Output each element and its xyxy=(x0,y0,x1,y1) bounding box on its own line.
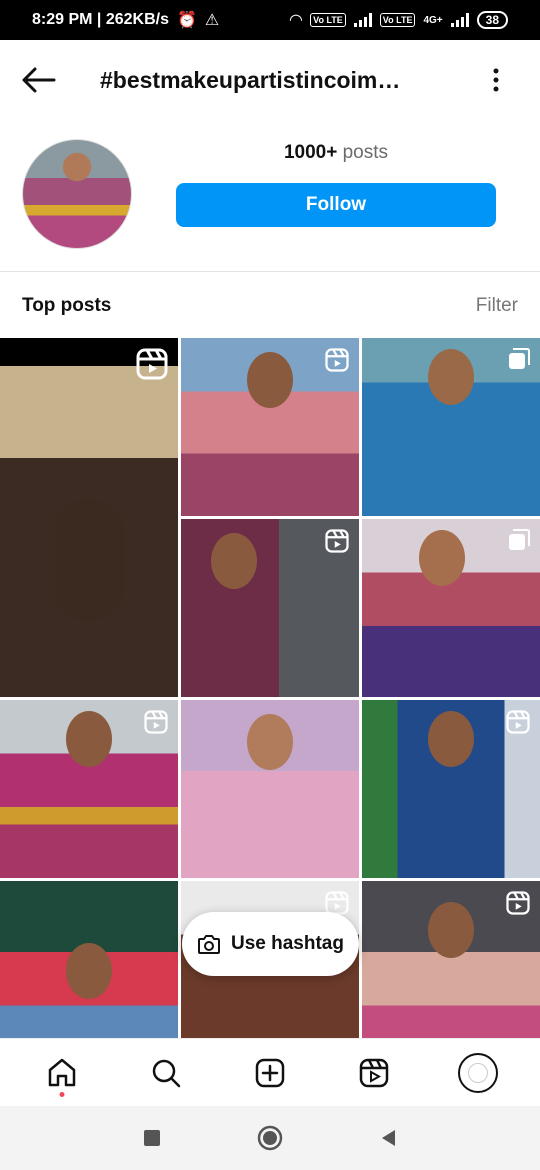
arrow-left-icon xyxy=(22,67,56,93)
use-hashtag-label: Use hashtag xyxy=(231,933,344,954)
network-type: 4G+ xyxy=(423,14,443,26)
posts-count-value: 1000+ xyxy=(283,142,338,163)
post-image xyxy=(428,710,474,767)
profile-avatar xyxy=(458,1052,498,1093)
filter-button[interactable]: Filter xyxy=(476,295,518,317)
reel-icon xyxy=(144,710,168,734)
post-tile[interactable] xyxy=(362,338,540,516)
post-image xyxy=(419,529,466,586)
signal-icon-1 xyxy=(353,13,372,27)
post-image xyxy=(66,943,112,1000)
post-tile[interactable] xyxy=(181,700,359,878)
post-image xyxy=(211,533,258,590)
post-tile[interactable] xyxy=(181,519,359,697)
battery-indicator: 38 xyxy=(476,11,508,29)
follow-button[interactable]: Follow xyxy=(176,183,496,227)
signal-icon-2 xyxy=(450,13,469,27)
post-image xyxy=(428,348,474,405)
circle-icon xyxy=(257,1125,283,1151)
section-title: Top posts xyxy=(22,295,112,316)
posts-count-label: posts xyxy=(342,142,389,163)
status-bar: 8:29 PM | 262KB/s ⏰ ⚠ ◠ Vo LTE Vo LTE 4G… xyxy=(0,0,540,40)
hashtag-avatar[interactable] xyxy=(22,139,132,249)
post-tile[interactable] xyxy=(0,881,178,1038)
create-icon xyxy=(255,1058,285,1087)
back-button[interactable] xyxy=(0,40,78,120)
more-options-button[interactable] xyxy=(476,40,516,120)
profile-avatar-image xyxy=(468,1062,488,1083)
post-image xyxy=(428,902,474,959)
nav-create[interactable] xyxy=(240,1043,300,1103)
use-hashtag-button[interactable]: Use hashtag xyxy=(182,912,359,976)
home-icon xyxy=(48,1058,76,1086)
reel-icon xyxy=(136,348,168,380)
top-app-bar: #bestmakeupartistincoim… xyxy=(0,40,540,120)
camera-icon xyxy=(198,935,220,954)
recents-button[interactable] xyxy=(137,1123,167,1153)
post-tile[interactable] xyxy=(362,700,540,878)
post-tile[interactable] xyxy=(181,338,359,516)
nav-profile[interactable] xyxy=(448,1043,508,1103)
triangle-back-icon xyxy=(382,1130,395,1146)
bottom-navigation xyxy=(0,1038,540,1106)
more-vertical-icon xyxy=(493,68,499,92)
carousel-icon xyxy=(509,348,530,369)
lte-badge-2: Vo LTE xyxy=(379,13,416,27)
warning-icon: ⚠ xyxy=(204,12,220,29)
back-system-button[interactable] xyxy=(373,1123,403,1153)
reel-icon xyxy=(325,529,349,553)
post-image xyxy=(247,714,293,771)
reel-icon xyxy=(325,348,349,372)
status-right: ◠ Vo LTE Vo LTE 4G+ 38 xyxy=(290,10,508,30)
post-image xyxy=(247,352,293,409)
status-left: 8:29 PM | 262KB/s ⏰ ⚠ xyxy=(32,10,219,30)
search-icon xyxy=(152,1059,181,1087)
activity-dot xyxy=(59,1091,65,1097)
home-system-button[interactable] xyxy=(255,1123,285,1153)
post-tile[interactable] xyxy=(0,338,178,697)
post-tile[interactable] xyxy=(362,881,540,1038)
posts-count: 1000+ posts xyxy=(176,142,496,164)
reels-icon xyxy=(359,1058,389,1087)
carousel-icon xyxy=(509,529,530,550)
wifi-icon: ◠ xyxy=(289,12,303,29)
hashtag-title: #bestmakeupartistincoim… xyxy=(100,66,401,93)
reel-icon xyxy=(506,891,530,915)
post-tile[interactable] xyxy=(362,519,540,697)
top-posts-header: Top posts Filter xyxy=(0,282,540,330)
nav-home[interactable] xyxy=(32,1043,92,1103)
post-image xyxy=(66,710,112,767)
post-image xyxy=(54,499,124,620)
lte-badge-1: Vo LTE xyxy=(310,13,346,27)
nav-search[interactable] xyxy=(136,1043,196,1103)
system-navigation-bar xyxy=(0,1106,540,1170)
alarm-icon: ⏰ xyxy=(176,12,197,29)
nav-reels[interactable] xyxy=(344,1043,404,1103)
post-tile[interactable] xyxy=(0,700,178,878)
square-icon xyxy=(144,1130,160,1146)
hashtag-profile: 1000+ posts Follow xyxy=(0,120,540,272)
status-time-speed: 8:29 PM | 262KB/s xyxy=(32,11,169,28)
reel-icon xyxy=(506,710,530,734)
